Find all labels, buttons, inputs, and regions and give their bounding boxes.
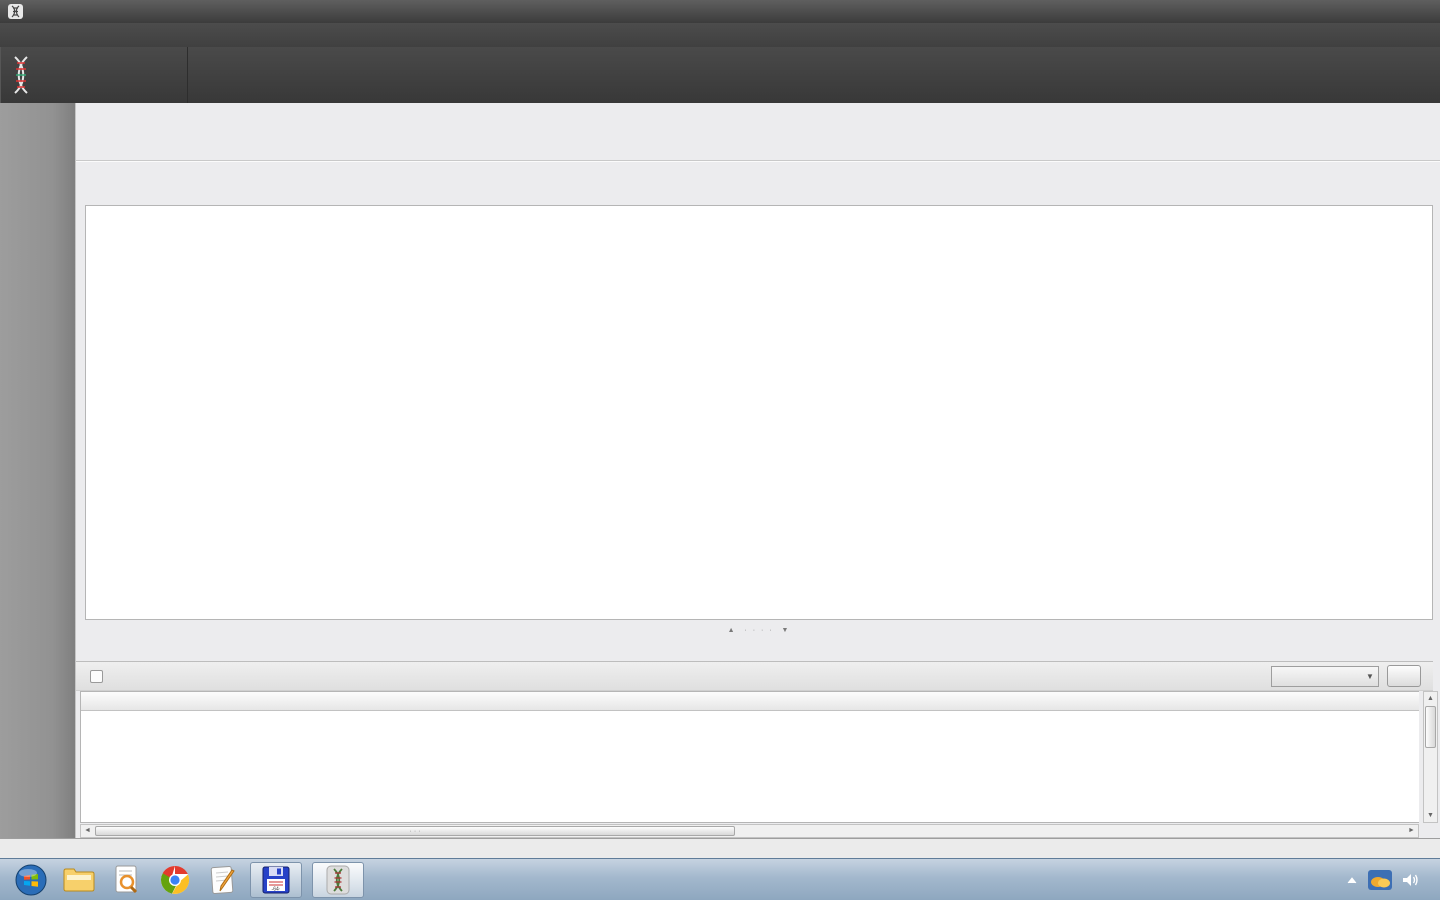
hidden-icons-chevron[interactable] [1346,876,1358,884]
header-divider [76,160,1440,162]
app-dna-icon [8,4,23,19]
cloud-weather-icon[interactable] [1368,870,1392,890]
notepad-icon[interactable] [206,863,240,897]
view-select[interactable]: ▼ [1271,666,1379,687]
panel-splitter[interactable]: ▲ · · · · ▼ [85,624,1433,637]
sidebar-nav [0,103,75,838]
scroll-right-arrow[interactable]: ► [1405,825,1418,837]
menu-bar [0,23,1440,47]
chart-filters [94,216,1426,240]
equity-chart[interactable] [86,206,1432,619]
search-icon[interactable] [110,863,144,897]
strategyquant-app-button[interactable] [312,862,364,898]
chevron-down-icon: ▼ [1362,672,1378,681]
table-header [81,692,1419,711]
volume-icon[interactable] [1402,872,1420,888]
vscroll-thumb[interactable] [1425,706,1436,748]
windows-taskbar: -64· [0,858,1440,900]
floppy-app-button[interactable]: -64· [250,862,302,898]
chrome-icon[interactable] [158,863,192,897]
select-all-checkbox[interactable] [90,670,103,683]
databank-toolbar: ▼ [76,661,1433,691]
table-vertical-scrollbar[interactable]: ▲ ▼ [1423,691,1438,823]
strategy-table [80,691,1419,823]
equity-chart-panel [85,205,1433,620]
main-toolbar [0,47,1440,103]
table-horizontal-scrollbar[interactable]: ◄ · · · ► [80,824,1419,838]
app-logo [0,47,188,103]
status-bar [0,838,1440,858]
start-button[interactable] [14,863,48,897]
svg-text:-64·: -64· [272,886,281,892]
manage-button[interactable] [1387,665,1421,687]
explorer-icon[interactable] [62,863,96,897]
hscroll-thumb[interactable]: · · · [95,826,735,836]
scroll-left-arrow[interactable]: ◄ [81,825,94,837]
main-content: ▲ · · · · ▼ ▼ ▲ ▼ ◄ [75,103,1440,838]
title-bar [0,0,1440,23]
system-tray [1336,870,1440,890]
logo-dna-icon [8,55,34,95]
strategyquant-window: ▲ · · · · ▼ ▼ ▲ ▼ ◄ [0,0,1440,900]
